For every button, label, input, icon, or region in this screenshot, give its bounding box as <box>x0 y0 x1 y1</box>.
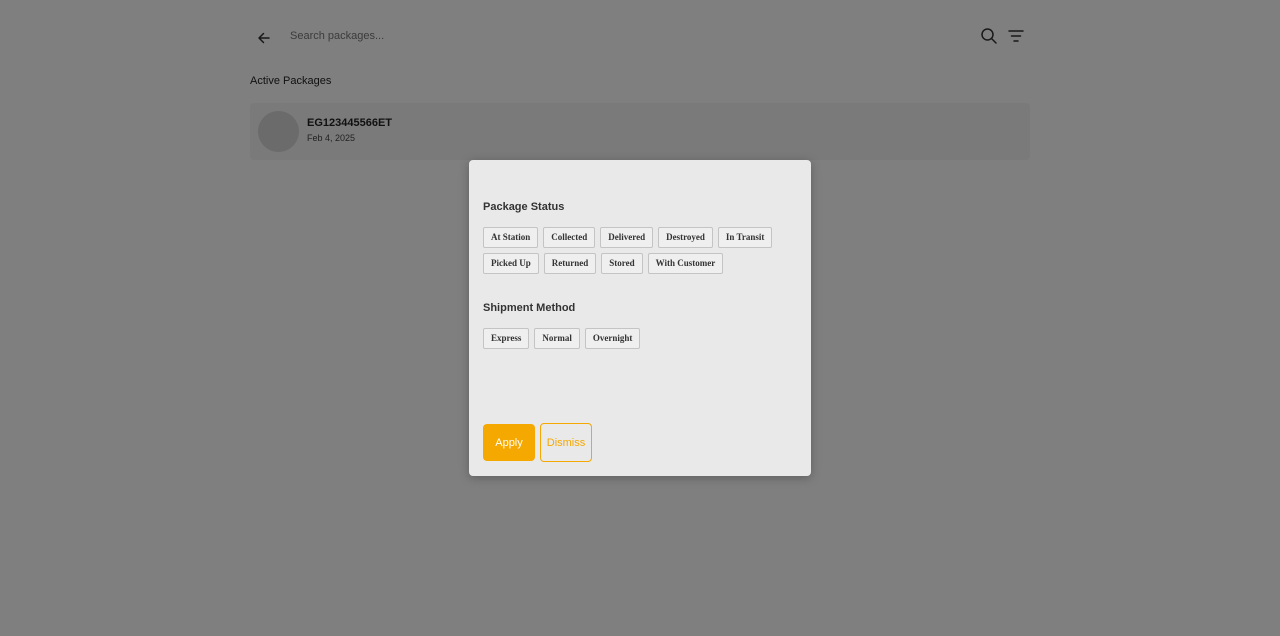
status-chip-picked-up[interactable]: Picked Up <box>483 253 539 274</box>
package-status-title: Package Status <box>483 201 565 213</box>
apply-button[interactable]: Apply <box>483 424 535 461</box>
method-chip-normal[interactable]: Normal <box>534 328 580 349</box>
shipment-method-options: Express Normal Overnight <box>483 328 793 349</box>
status-chip-with-customer[interactable]: With Customer <box>647 253 724 274</box>
shipment-method-title: Shipment Method <box>483 302 576 314</box>
filter-modal: Package Status At Station Collected Deli… <box>469 160 811 476</box>
dismiss-button[interactable]: Dismiss <box>540 423 592 462</box>
status-chip-delivered[interactable]: Delivered <box>600 227 654 248</box>
status-chip-stored[interactable]: Stored <box>601 253 643 274</box>
package-status-options: At Station Collected Delivered Destroyed… <box>483 227 793 274</box>
method-chip-overnight[interactable]: Overnight <box>584 328 641 349</box>
status-chip-at-station[interactable]: At Station <box>483 227 539 248</box>
method-chip-express[interactable]: Express <box>483 328 530 349</box>
status-chip-collected[interactable]: Collected <box>543 227 596 248</box>
status-chip-destroyed[interactable]: Destroyed <box>658 227 713 248</box>
status-chip-returned[interactable]: Returned <box>543 253 597 274</box>
status-chip-in-transit[interactable]: In Transit <box>717 227 773 248</box>
